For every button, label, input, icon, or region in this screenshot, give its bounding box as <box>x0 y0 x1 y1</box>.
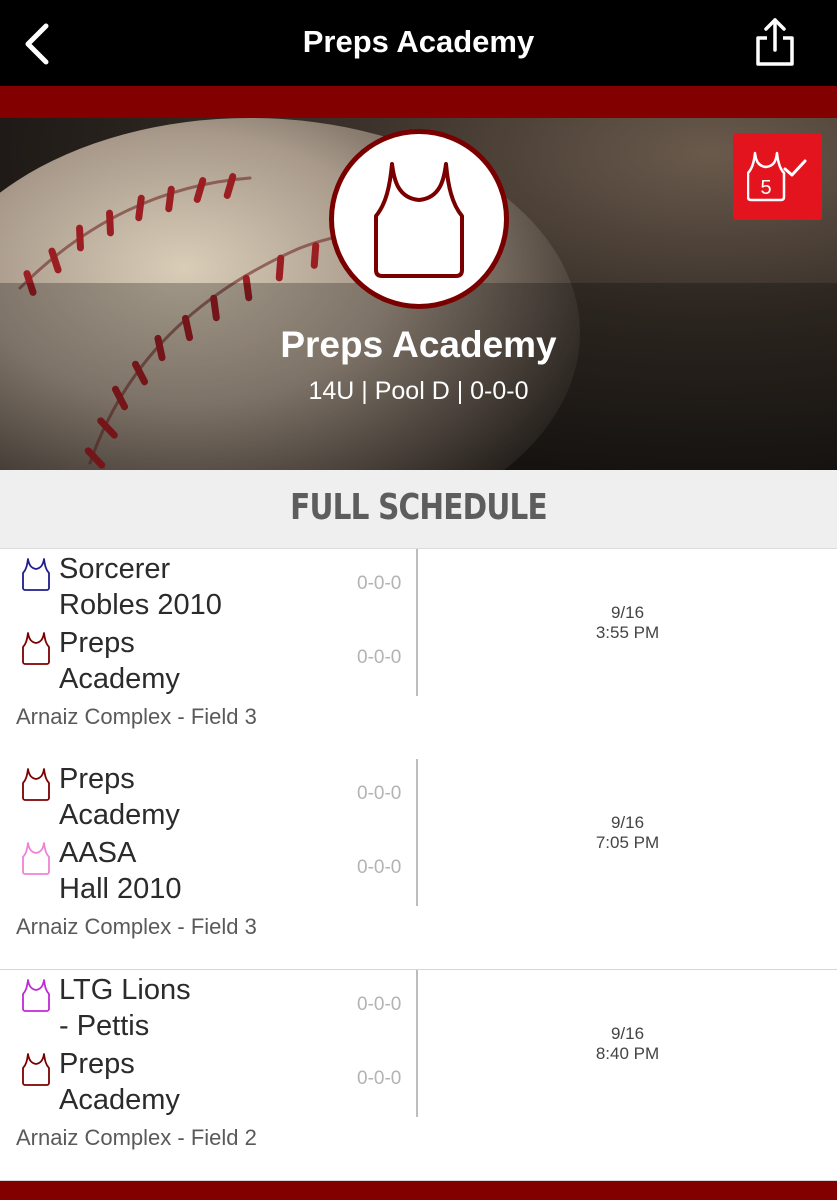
game-venue: Arnaiz Complex - Field 3 <box>16 704 257 729</box>
game-venue: Arnaiz Complex - Field 2 <box>16 1125 257 1150</box>
team-name: Preps Academy <box>280 324 557 365</box>
team-name-line: Hall 2010 <box>59 873 182 905</box>
team-record: 0-0-0 <box>357 1068 402 1089</box>
game-row[interactable]: Sorcerer Robles 2010 0-0-0 Preps Academy 0-0-… <box>0 549 837 760</box>
share-icon <box>756 18 794 66</box>
team-name: AASA Hall 2010 <box>59 835 339 907</box>
accent-bar <box>0 86 837 118</box>
jersey-icon <box>374 162 464 278</box>
bottom-accent-bar <box>0 1181 837 1200</box>
team-name-line: Preps <box>59 763 135 795</box>
team-record: 0-0-0 <box>357 783 402 804</box>
team-logo <box>329 129 509 309</box>
team-name-line: Academy <box>59 663 180 695</box>
team-entry: Preps Academy 0-0-0 <box>0 761 410 835</box>
section-header: FULL SCHEDULE <box>0 470 837 549</box>
share-button[interactable] <box>753 16 797 70</box>
game-time: 8:40 PM <box>595 1044 660 1063</box>
team-record: 0-0-0 <box>357 573 402 594</box>
game-date: 9/16 <box>610 603 645 622</box>
jersey-icon <box>22 768 50 801</box>
team-name-line: Academy <box>59 799 180 831</box>
jersey-icon <box>22 842 50 875</box>
section-title: FULL SCHEDULE <box>290 487 547 528</box>
jersey-check-icon: 5 <box>747 151 807 202</box>
game-venue: Arnaiz Complex - Field 3 <box>16 914 257 939</box>
team-name: Sorcerer Robles 2010 <box>59 551 339 623</box>
team-record: 0-0-0 <box>357 647 402 668</box>
game-date: 9/16 <box>610 1024 645 1043</box>
team-entry: Sorcerer Robles 2010 0-0-0 <box>0 551 410 625</box>
team-record: 0-0-0 <box>357 857 402 878</box>
game-time: 3:55 PM <box>595 623 660 642</box>
team-name: LTG Lions - Pettis <box>59 972 339 1044</box>
jersey-icon <box>22 558 50 591</box>
team-record: 0-0-0 <box>357 994 402 1015</box>
nav-bar: Preps Academy <box>0 0 837 86</box>
team-name: Preps Academy <box>59 761 339 833</box>
team-name-line: LTG Lions <box>59 974 191 1006</box>
game-time: 7:05 PM <box>595 833 660 852</box>
jersey-icon <box>22 979 50 1012</box>
team-entry: AASA Hall 2010 0-0-0 <box>0 835 410 909</box>
game-row[interactable]: Preps Academy 0-0-0 AASA Hall 2010 0-0-0 9/16 7… <box>0 759 837 970</box>
game-date: 9/16 <box>610 813 645 832</box>
team-name-line: Robles 2010 <box>59 589 222 621</box>
team-name-line: Sorcerer <box>59 553 171 585</box>
team-name: Preps Academy <box>59 1046 339 1118</box>
team-name-line: AASA <box>59 837 137 869</box>
team-name-line: Preps <box>59 1048 135 1080</box>
svg-text:5: 5 <box>760 177 771 199</box>
team-name-line: - Pettis <box>59 1010 150 1042</box>
team-entry: LTG Lions - Pettis 0-0-0 <box>0 972 410 1046</box>
check-in-badge[interactable]: 5 <box>733 133 822 220</box>
team-entry: Preps Academy 0-0-0 <box>0 1046 410 1120</box>
team-subtitle: 14U | Pool D | 0-0-0 <box>308 377 529 405</box>
team-name-line: Academy <box>59 1084 180 1116</box>
team-name: Preps Academy <box>59 625 339 697</box>
team-hero: 5 Preps Academy 14U | Pool D | 0-0-0 <box>0 118 837 470</box>
jersey-icon <box>22 632 50 665</box>
game-row[interactable]: LTG Lions - Pettis 0-0-0 Preps Academy 0-0-0 9… <box>0 970 837 1181</box>
team-name-line: Preps <box>59 627 135 659</box>
jersey-icon <box>22 1053 50 1086</box>
nav-title: Preps Academy <box>302 24 535 59</box>
team-entry: Preps Academy 0-0-0 <box>0 625 410 699</box>
